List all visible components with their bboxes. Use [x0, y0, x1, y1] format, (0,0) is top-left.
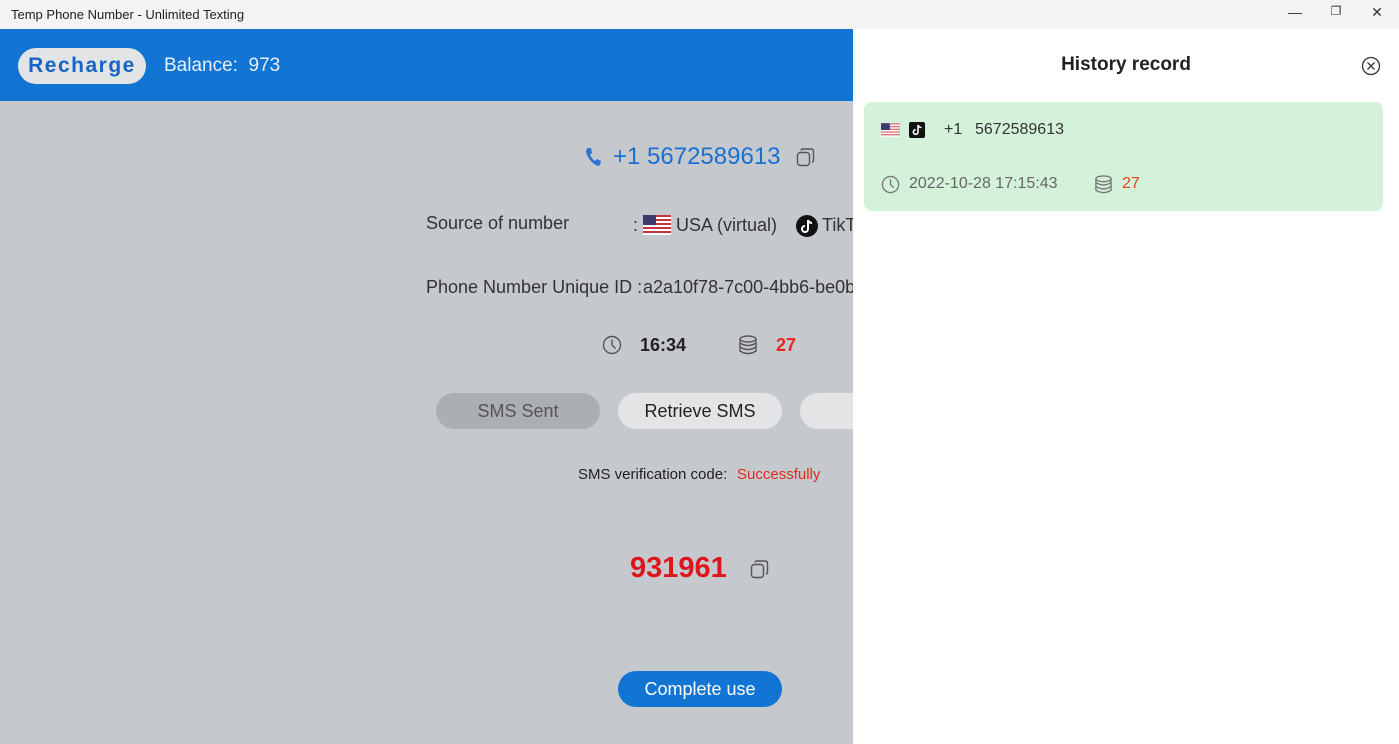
- record-cost: 27: [1122, 175, 1140, 193]
- history-record[interactable]: +1 5672589613 2022-10-28 17:15:43 27: [864, 102, 1383, 211]
- recharge-button[interactable]: Recharge: [18, 48, 146, 84]
- record-datetime: 2022-10-28 17:15:43: [909, 175, 1058, 193]
- source-label: Source of number: [426, 213, 569, 234]
- verification-status: Successfully: [737, 466, 820, 483]
- retrieve-sms-button[interactable]: Retrieve SMS: [618, 393, 782, 429]
- clock-icon: [602, 335, 622, 355]
- sms-sent-button[interactable]: SMS Sent: [436, 393, 600, 429]
- complete-use-button[interactable]: Complete use: [618, 671, 782, 707]
- history-title: History record: [853, 54, 1399, 76]
- balance: Balance: 973: [164, 55, 280, 77]
- minimize-button[interactable]: —: [1280, 4, 1310, 24]
- unique-id-label: Phone Number Unique ID :: [426, 277, 642, 298]
- close-panel-icon[interactable]: [1361, 56, 1381, 76]
- coins-icon: [1094, 175, 1113, 194]
- tiktok-icon: [796, 215, 818, 237]
- record-country-code: +1: [944, 121, 962, 139]
- verification-label: SMS verification code:: [578, 466, 727, 483]
- restore-button[interactable]: ❐: [1321, 4, 1351, 24]
- copy-icon[interactable]: [796, 148, 815, 167]
- usa-flag-icon: [643, 215, 671, 235]
- close-button[interactable]: ✕: [1362, 4, 1392, 24]
- usa-flag-icon: [881, 123, 900, 137]
- balance-value: 973: [249, 55, 281, 76]
- coins-icon: [738, 335, 758, 355]
- copy-code-icon[interactable]: [750, 560, 769, 579]
- source-separator: :: [633, 215, 638, 236]
- tiktok-icon: [909, 122, 925, 138]
- window-title: Temp Phone Number - Unlimited Texting: [11, 7, 244, 22]
- cost: 27: [776, 335, 796, 356]
- balance-label: Balance:: [164, 55, 238, 76]
- clock-icon: [881, 175, 900, 194]
- title-bar: Temp Phone Number - Unlimited Texting — …: [0, 0, 1399, 29]
- phone-number: +1 5672589613: [613, 143, 781, 171]
- verification-code: 931961: [630, 552, 727, 585]
- history-panel: History record +1 5672589613 2022-10-28 …: [853, 29, 1399, 744]
- app-header: Recharge Balance: 973: [0, 29, 853, 101]
- country: USA (virtual): [676, 215, 777, 236]
- phone-icon: [585, 147, 601, 167]
- record-number: 5672589613: [975, 121, 1064, 139]
- unique-id-value: a2a10f78-7c00-4bb6-be0b: [643, 277, 855, 298]
- timer: 16:34: [640, 335, 686, 356]
- service-name: TikT: [822, 215, 856, 236]
